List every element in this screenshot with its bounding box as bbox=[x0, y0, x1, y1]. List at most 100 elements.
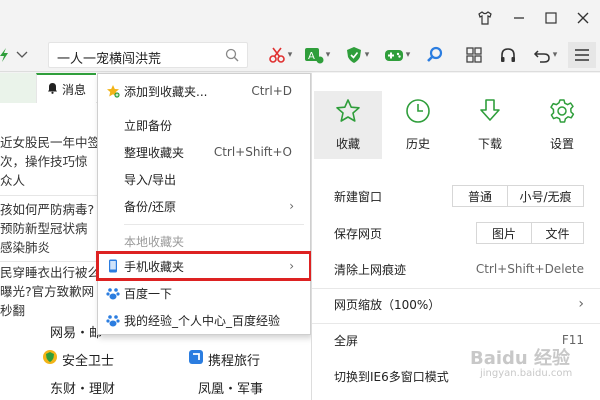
ctrip-icon bbox=[188, 349, 204, 369]
gamepad-icon[interactable]: ▾ bbox=[382, 44, 412, 66]
quick-label: 收藏 bbox=[335, 137, 360, 151]
site-link-label: 东财・理财 bbox=[50, 382, 116, 397]
news-line[interactable]: 预防新型冠状病 bbox=[0, 219, 100, 238]
menu-item-label: 导入/导出 bbox=[124, 172, 177, 187]
address-text: 一人一宠横闯洪荒 bbox=[57, 52, 162, 67]
tab-news[interactable]: 消息 bbox=[36, 73, 97, 103]
new-window-private-button[interactable]: 小号/无痕 bbox=[508, 185, 584, 207]
news-line[interactable]: 近女股民一年中签 bbox=[0, 133, 100, 152]
news-line[interactable]: 秒翻 bbox=[0, 301, 100, 320]
site-link-label: 携程旅行 bbox=[208, 353, 261, 369]
baidu-paw-icon bbox=[106, 286, 120, 300]
site-link[interactable]: 凤凰・军事 bbox=[198, 378, 263, 397]
new-window-normal-button[interactable]: 普通 bbox=[452, 185, 508, 207]
menu-item-label: 我的经验_个人中心_百度经验 bbox=[124, 313, 281, 328]
chevron-right-icon: › bbox=[578, 296, 584, 312]
zoom-row[interactable]: 网页缩放（100%） › bbox=[334, 290, 584, 318]
new-window-label: 新建窗口 bbox=[334, 189, 383, 204]
star-icon bbox=[335, 98, 361, 127]
security-guard-icon bbox=[42, 349, 58, 369]
lightning-icon[interactable] bbox=[0, 44, 12, 66]
menu-item-shortcut: Ctrl+D bbox=[251, 84, 292, 98]
menu-item-add-favorite[interactable]: 添加到收藏夹... Ctrl+D bbox=[98, 78, 310, 104]
menu-item-label: 手机收藏夹 bbox=[124, 259, 185, 274]
panel-divider bbox=[312, 288, 600, 289]
tab-news-label: 消息 bbox=[62, 82, 87, 97]
chevron-right-icon: › bbox=[289, 199, 294, 213]
quick-favorites-button[interactable]: 收藏 bbox=[314, 91, 382, 159]
quick-settings-button[interactable]: 设置 bbox=[528, 91, 596, 159]
fullscreen-label: 全屏 bbox=[334, 333, 359, 348]
menu-item-import-export[interactable]: 导入/导出 bbox=[98, 166, 310, 192]
download-icon bbox=[477, 98, 503, 127]
headphones-icon[interactable] bbox=[496, 44, 520, 66]
menu-item-label: 立即备份 bbox=[124, 118, 173, 133]
bell-icon bbox=[47, 82, 58, 97]
menu-item-label: 整理收藏夹 bbox=[124, 145, 185, 160]
menu-item-mobile-favorites[interactable]: 手机收藏夹 › bbox=[96, 251, 312, 281]
menu-item-label: 百度一下 bbox=[124, 286, 173, 301]
menu-section-local-favorites: 本地收藏夹 bbox=[98, 228, 310, 254]
menu-item-backup-now[interactable]: 立即备份 bbox=[98, 112, 310, 138]
site-link-label: 凤凰・军事 bbox=[198, 382, 264, 397]
translate-icon[interactable]: A ▾ bbox=[302, 44, 332, 66]
quick-label: 下载 bbox=[477, 137, 502, 151]
minimize-icon[interactable] bbox=[508, 7, 530, 29]
close-icon[interactable] bbox=[572, 7, 594, 29]
address-bar[interactable]: 一人一宠横闯洪荒 bbox=[48, 42, 248, 68]
scissors-icon[interactable]: ▾ bbox=[266, 44, 294, 66]
restore-icon[interactable] bbox=[540, 7, 562, 29]
chevron-down-icon[interactable] bbox=[14, 44, 30, 66]
site-link[interactable]: 携程旅行 bbox=[188, 349, 260, 369]
chevron-right-icon: › bbox=[289, 259, 294, 273]
news-line[interactable]: 次，操作技巧惊 bbox=[0, 152, 100, 171]
menu-item-organize-favorites[interactable]: 整理收藏夹 Ctrl+Shift+O bbox=[98, 139, 310, 165]
tab-strip-left bbox=[0, 73, 36, 103]
menu-item-shortcut: Ctrl+Shift+O bbox=[213, 145, 292, 159]
news-line[interactable]: 民穿睡衣出行被么 bbox=[0, 263, 100, 282]
shirt-icon[interactable] bbox=[474, 7, 496, 29]
search-icon[interactable] bbox=[225, 48, 239, 65]
quick-label: 设置 bbox=[549, 137, 574, 151]
watermark-url: jingyan.baidu.com bbox=[480, 368, 573, 379]
gear-icon bbox=[549, 98, 575, 127]
clear-traces-label: 清除上网痕迹 bbox=[334, 262, 407, 277]
quick-history-button[interactable]: 历史 bbox=[384, 91, 452, 159]
news-line[interactable]: 孩如何严防病毒? bbox=[0, 200, 100, 219]
menu-item-baidu[interactable]: 百度一下 bbox=[98, 280, 310, 306]
save-as-file-button[interactable]: 文件 bbox=[532, 222, 584, 244]
news-line[interactable]: 感染肺炎 bbox=[0, 238, 100, 257]
grid-icon[interactable] bbox=[462, 44, 486, 66]
site-link[interactable]: 网易・邮 bbox=[50, 322, 102, 341]
new-window-row: 新建窗口 普通 小号/无痕 bbox=[334, 182, 584, 210]
news-line[interactable]: 曝光?官方致歉网 bbox=[0, 282, 100, 301]
menu-icon[interactable] bbox=[568, 42, 596, 68]
undo-icon[interactable]: ▾ bbox=[528, 44, 562, 66]
title-bar bbox=[0, 0, 600, 38]
save-as-image-button[interactable]: 图片 bbox=[476, 222, 532, 244]
ie6-mode-label: 切换到IE6多窗口模式 bbox=[334, 369, 449, 384]
site-link[interactable]: 安全卫士 bbox=[42, 349, 114, 369]
phone-icon bbox=[106, 259, 120, 273]
menu-section-label: 本地收藏夹 bbox=[124, 234, 185, 249]
menu-item-backup-restore[interactable]: 备份/还原 › bbox=[98, 193, 310, 219]
star-add-icon bbox=[106, 84, 120, 98]
clear-traces-row[interactable]: 清除上网痕迹 Ctrl+Shift+Delete bbox=[334, 255, 584, 283]
baidu-paw-icon bbox=[106, 313, 120, 327]
menu-item-baidu-jingyan[interactable]: 我的经验_个人中心_百度经验 bbox=[98, 307, 310, 333]
clear-traces-shortcut: Ctrl+Shift+Delete bbox=[475, 262, 584, 276]
favorites-menu: 添加到收藏夹... Ctrl+D 立即备份 整理收藏夹 Ctrl+Shift+O… bbox=[96, 73, 312, 335]
watermark-logo: Baidu 经验 bbox=[470, 348, 571, 369]
panel-divider bbox=[312, 323, 600, 324]
site-link-label: 安全卫士 bbox=[62, 353, 115, 369]
zoom-label: 网页缩放（100%） bbox=[334, 297, 441, 312]
shield-icon[interactable]: ▾ bbox=[342, 44, 372, 66]
menu-item-label: 备份/还原 bbox=[124, 199, 177, 214]
quick-download-button[interactable]: 下载 bbox=[456, 91, 524, 159]
quick-label: 历史 bbox=[405, 137, 430, 151]
toolbar: 一人一宠横闯洪荒 ▾ A ▾ ▾ ▾ ▾ bbox=[0, 38, 600, 72]
news-line[interactable]: 众人 bbox=[0, 171, 100, 190]
site-link[interactable]: 东财・理财 bbox=[50, 378, 115, 397]
magnifier-icon[interactable] bbox=[423, 44, 447, 66]
news-divider bbox=[0, 195, 100, 196]
